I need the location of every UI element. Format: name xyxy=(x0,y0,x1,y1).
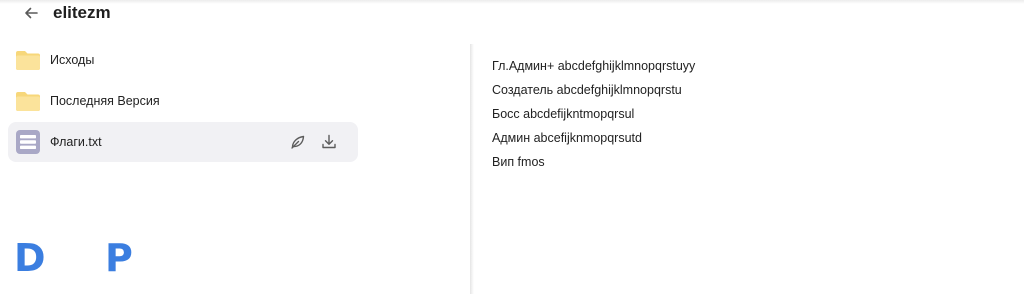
back-button[interactable] xyxy=(22,4,40,22)
preview-line: Гл.Админ+ abcdefghijklmnopqrstuyy xyxy=(492,59,696,73)
file-row-label: Флаги.txt xyxy=(50,135,102,149)
file-row-poslednyaya-versiya[interactable]: Последняя Версия xyxy=(8,81,358,121)
brand-letter-d: D xyxy=(14,236,46,280)
text-file-icon xyxy=(15,130,41,154)
preview-line: Админ abcefijknmopqrsutd xyxy=(492,131,642,145)
file-row-ishody[interactable]: Исходы xyxy=(8,40,358,80)
file-list: Исходы Последняя Версия Флаги.txt xyxy=(0,36,470,294)
folder-icon xyxy=(15,89,41,113)
file-row-label: Исходы xyxy=(50,53,95,67)
file-row-flagi-txt[interactable]: Флаги.txt xyxy=(8,122,358,162)
top-bar-shadow xyxy=(0,0,1024,4)
preview-line: Создатель abcdefghijklmnopqrstu xyxy=(492,83,682,97)
brand-letter-p: P xyxy=(105,236,133,280)
edit-icon[interactable] xyxy=(289,133,307,151)
pane-divider xyxy=(470,44,474,294)
folder-icon xyxy=(15,48,41,72)
preview-line: Вип fmos xyxy=(492,155,545,169)
preview-line: Босс abcdefijkntmopqrsul xyxy=(492,107,635,121)
file-preview: Гл.Админ+ abcdefghijklmnopqrstuyy Создат… xyxy=(492,58,1012,178)
top-bar: elitezm xyxy=(0,0,1024,28)
download-icon[interactable] xyxy=(320,133,338,151)
file-row-label: Последняя Версия xyxy=(50,94,160,108)
page-title: elitezm xyxy=(53,3,111,22)
arrow-left-icon xyxy=(22,4,40,22)
